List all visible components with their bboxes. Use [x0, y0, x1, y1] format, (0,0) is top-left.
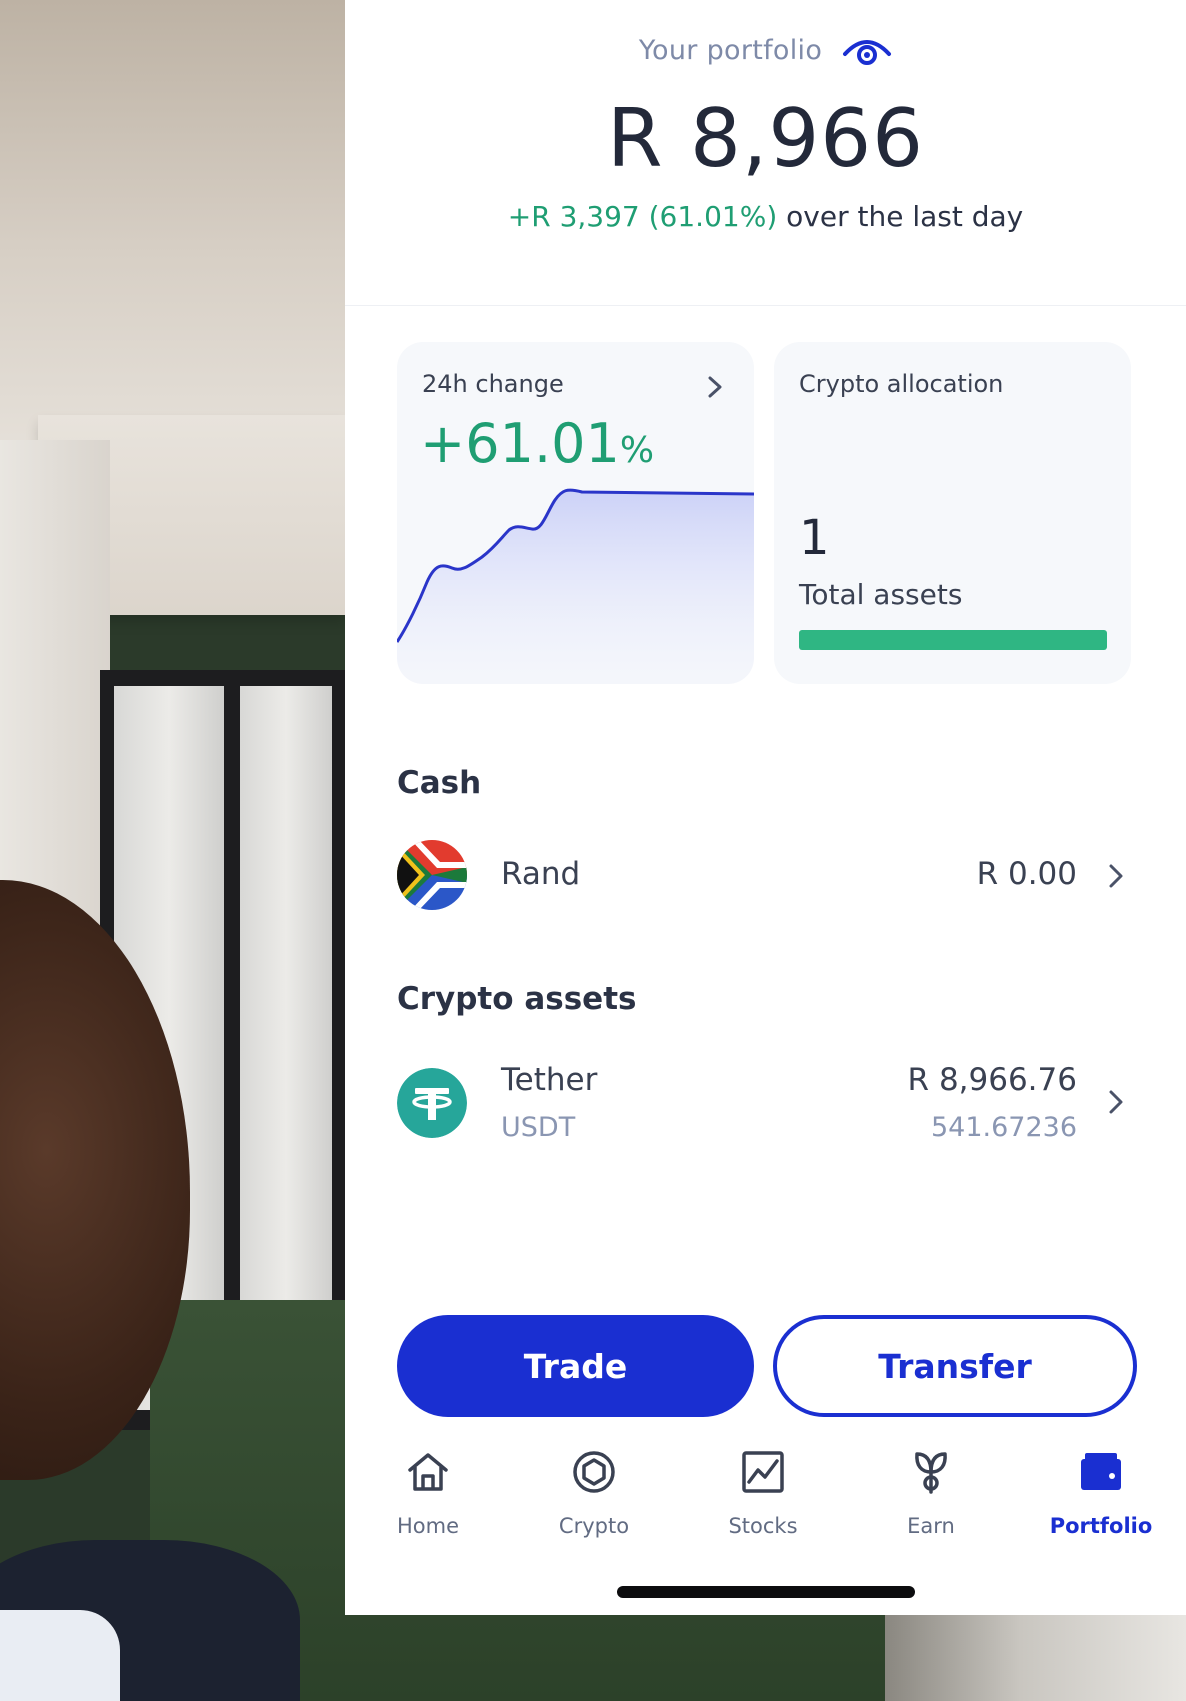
person-collar [0, 1610, 120, 1701]
nav-item-crypto[interactable]: Crypto [529, 1448, 659, 1538]
home-icon [408, 1453, 448, 1491]
chevron-right-icon [1109, 1090, 1123, 1114]
nav-label: Home [396, 1514, 459, 1538]
crypto-value: R 8,966.76 [907, 1062, 1077, 1098]
cash-name: Rand [501, 856, 581, 892]
total-assets-label: Total assets [799, 578, 963, 611]
home-indicator[interactable] [617, 1586, 915, 1598]
allocation-bar [799, 630, 1107, 650]
change-card[interactable]: 24h change +61.01% [397, 342, 754, 684]
portfolio-label: Your portfolio [638, 34, 823, 66]
cash-row-rand[interactable]: Rand R 0.00 [397, 840, 1137, 930]
nav-label: Crypto [558, 1514, 630, 1538]
allocation-card[interactable]: Crypto allocation 1 Total assets [774, 342, 1131, 684]
nav-item-earn[interactable]: Earn [866, 1448, 996, 1538]
crypto-section-title: Crypto assets [397, 981, 637, 1017]
portfolio-total-value: R 8,966 [606, 92, 925, 185]
portfolio-label-row: Your portfolio [345, 34, 1186, 66]
transfer-button[interactable]: Transfer [773, 1315, 1137, 1417]
nav-item-stocks[interactable]: Stocks [698, 1448, 828, 1538]
nav-item-home[interactable]: Home [363, 1448, 493, 1538]
bottom-nav: Home Crypto Stocks Earn Portfolio [345, 1448, 1186, 1558]
earn-icon [915, 1452, 947, 1494]
nav-label: Stocks [728, 1514, 798, 1538]
wall [0, 0, 345, 460]
stocks-icon [742, 1451, 784, 1493]
change-percent-value: +61.01 [420, 412, 620, 475]
crypto-amount: 541.67236 [930, 1112, 1077, 1143]
allocation-bar-fill [799, 630, 1107, 650]
change-percent-unit: % [619, 430, 655, 471]
cash-section-title: Cash [397, 765, 482, 801]
eye-icon[interactable] [842, 34, 892, 66]
tether-icon [397, 1068, 467, 1138]
change-card-title: 24h change [422, 370, 564, 398]
change-percent: +61.01% [420, 412, 654, 475]
crypto-icon [573, 1451, 615, 1493]
crypto-name: Tether [501, 1062, 598, 1098]
crypto-symbol: USDT [501, 1112, 576, 1143]
nav-item-portfolio[interactable]: Portfolio [1036, 1448, 1166, 1538]
cash-value: R 0.00 [976, 856, 1077, 892]
chevron-right-icon [708, 376, 722, 398]
portfolio-change-period: over the last day [777, 200, 1024, 233]
south-africa-flag-icon [397, 840, 467, 910]
total-assets-count: 1 [799, 510, 830, 566]
trade-button[interactable]: Trade [397, 1315, 754, 1417]
chevron-right-icon [1109, 864, 1123, 888]
nav-label: Earn [907, 1514, 955, 1538]
portfolio-change: +R 3,397 (61.01%) over the last day [345, 200, 1186, 233]
portfolio-change-amount: +R 3,397 (61.01%) [507, 200, 778, 233]
crypto-row-tether[interactable]: Tether USDT R 8,966.76 541.67236 [397, 1062, 1137, 1166]
wallet-icon [1081, 1453, 1121, 1490]
nav-label: Portfolio [1049, 1514, 1153, 1538]
background-detail [885, 1615, 1186, 1701]
portfolio-screen: Your portfolio R 8,966 +R 3,397 (61.01%)… [345, 0, 1186, 1615]
allocation-card-title: Crypto allocation [799, 370, 1004, 398]
portfolio-header: Your portfolio R 8,966 +R 3,397 (61.01%)… [345, 0, 1186, 306]
